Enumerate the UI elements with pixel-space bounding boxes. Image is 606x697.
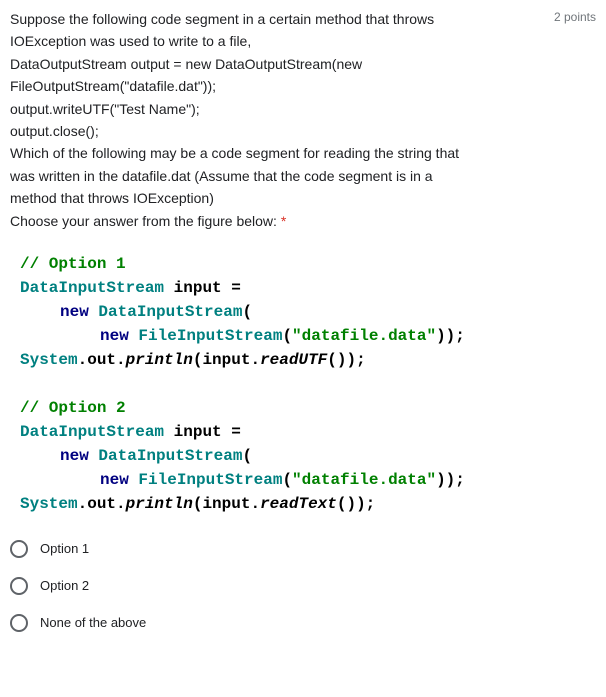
question-line: FileOutputStream("datafile.dat")); [10, 78, 216, 94]
code-text: )); [436, 471, 465, 489]
question-line: was written in the datafile.dat (Assume … [10, 168, 433, 184]
code-text: ( [282, 471, 292, 489]
code-type: DataInputStream [98, 447, 242, 465]
code-comment: // Option 1 [20, 255, 126, 273]
code-text: .out. [78, 495, 126, 513]
question-line: output.close(); [10, 123, 99, 139]
option-label: None of the above [40, 613, 146, 634]
question-line: output.writeUTF("Test Name"); [10, 101, 200, 117]
options-group: Option 1 Option 2 None of the above [10, 531, 596, 641]
code-method: readUTF [260, 351, 327, 369]
code-text: (input. [193, 351, 260, 369]
question-text: Suppose the following code segment in a … [10, 8, 554, 232]
radio-option-2[interactable]: Option 2 [10, 568, 596, 605]
code-type: System [20, 351, 78, 369]
code-type: FileInputStream [138, 471, 282, 489]
code-keyword: new [60, 303, 98, 321]
option-label: Option 2 [40, 576, 89, 597]
code-text: .out. [78, 351, 126, 369]
code-type: System [20, 495, 78, 513]
code-method: println [126, 495, 193, 513]
question-line: DataOutputStream output = new DataOutput… [10, 56, 362, 72]
code-text: ()); [337, 495, 375, 513]
code-type: DataInputStream [20, 279, 164, 297]
code-keyword: new [100, 327, 138, 345]
code-text: ( [282, 327, 292, 345]
question-line: Suppose the following code segment in a … [10, 11, 434, 27]
code-string: "datafile.data" [292, 471, 436, 489]
code-text: )); [436, 327, 465, 345]
code-text: ( [242, 303, 252, 321]
points-label: 2 points [554, 8, 596, 27]
code-text: ( [242, 447, 252, 465]
question-line: IOException was used to write to a file, [10, 33, 251, 49]
code-comment: // Option 2 [20, 399, 126, 417]
required-indicator: * [281, 213, 286, 229]
code-figure: // Option 1 DataInputStream input = new … [10, 252, 596, 516]
radio-option-none[interactable]: None of the above [10, 605, 596, 642]
question-line: Choose your answer from the figure below… [10, 213, 281, 229]
radio-option-1[interactable]: Option 1 [10, 531, 596, 568]
code-method: readText [260, 495, 337, 513]
code-keyword: new [60, 447, 98, 465]
code-text: input = [164, 423, 241, 441]
code-method: println [126, 351, 193, 369]
code-text: input = [164, 279, 241, 297]
radio-icon [10, 577, 28, 595]
question-line: method that throws IOException) [10, 190, 214, 206]
option-label: Option 1 [40, 539, 89, 560]
question-line: Which of the following may be a code seg… [10, 145, 459, 161]
code-type: DataInputStream [20, 423, 164, 441]
code-string: "datafile.data" [292, 327, 436, 345]
radio-icon [10, 614, 28, 632]
code-keyword: new [100, 471, 138, 489]
code-type: DataInputStream [98, 303, 242, 321]
code-text: ()); [327, 351, 365, 369]
code-text: (input. [193, 495, 260, 513]
code-type: FileInputStream [138, 327, 282, 345]
radio-icon [10, 540, 28, 558]
